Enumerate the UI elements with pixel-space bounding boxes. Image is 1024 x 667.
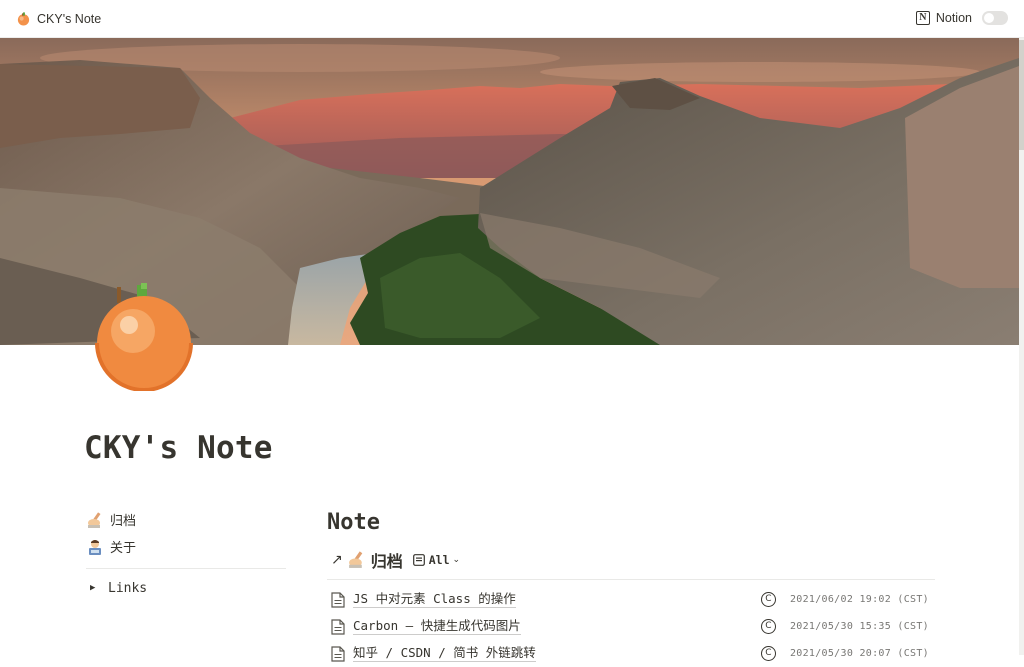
- triangle-right-icon: ▶: [90, 583, 96, 593]
- scrollbar-thumb[interactable]: [1019, 40, 1024, 150]
- row-date: 2021/06/02 19:02 (CST): [789, 594, 929, 605]
- main-content: Note ↗ 归档 All ⌄ JS 中对元素 Class 的操作 C 2021…: [327, 506, 935, 667]
- table-row[interactable]: 知乎 / CSDN / 简书 外链跳转 C 2021/05/30 20:07 (…: [327, 640, 935, 667]
- row-title[interactable]: JS 中对元素 Class 的操作: [353, 591, 516, 608]
- site-title: CKY's Note: [37, 11, 102, 26]
- row-title[interactable]: 知乎 / CSDN / 简书 外链跳转: [353, 645, 536, 662]
- row-date: 2021/05/30 20:07 (CST): [789, 648, 929, 659]
- top-bar: CKY's Note N Notion: [0, 0, 1024, 38]
- copyright-icon: C: [760, 592, 776, 607]
- nav-divider: [86, 568, 286, 569]
- writing-hand-icon: [88, 511, 101, 528]
- page-icon: [331, 591, 345, 608]
- peach-icon: [17, 12, 30, 26]
- notion-link[interactable]: N Notion: [915, 11, 1008, 25]
- row-meta: C 2021/06/02 19:02 (CST): [760, 586, 929, 613]
- nav-item-label: 关于: [110, 540, 137, 555]
- list-view-icon: [412, 553, 425, 566]
- nav-item-about[interactable]: 关于: [86, 533, 286, 560]
- notion-logo-icon: N: [915, 11, 930, 25]
- person-at-computer-icon: [89, 539, 101, 555]
- writing-hand-icon: [348, 551, 363, 568]
- nav-item-label: 归档: [110, 513, 137, 528]
- theme-toggle[interactable]: [982, 11, 1008, 25]
- row-date: 2021/05/30 15:35 (CST): [789, 621, 929, 632]
- view-selector[interactable]: All ⌄: [412, 552, 461, 567]
- page-title: CKY's Note: [84, 430, 273, 466]
- links-toggle[interactable]: ▶ Links: [86, 578, 286, 598]
- links-toggle-label: Links: [108, 580, 148, 596]
- page-icon: [331, 645, 345, 662]
- copyright-icon: C: [760, 619, 776, 634]
- section-heading: Note: [327, 510, 380, 535]
- toggle-knob: [984, 13, 994, 23]
- chevron-down-icon: ⌄: [452, 554, 461, 564]
- peach-page-icon: [95, 283, 193, 391]
- site-link[interactable]: CKY's Note: [16, 11, 101, 26]
- notion-label: Notion: [935, 11, 972, 25]
- table-row[interactable]: Carbon — 快捷生成代码图片 C 2021/05/30 15:35 (CS…: [327, 613, 935, 640]
- nav-item-archive[interactable]: 归档: [86, 506, 286, 533]
- page-icon: [331, 618, 345, 635]
- copyright-icon: C: [760, 646, 776, 661]
- linked-database-name[interactable]: 归档: [371, 548, 403, 572]
- row-title[interactable]: Carbon — 快捷生成代码图片: [353, 618, 521, 635]
- linked-database-header: ↗ 归档 All ⌄: [327, 540, 935, 580]
- row-meta: C 2021/05/30 20:07 (CST): [760, 640, 929, 667]
- table-row[interactable]: JS 中对元素 Class 的操作 C 2021/06/02 19:02 (CS…: [327, 586, 935, 613]
- view-selector-label: All: [428, 552, 450, 567]
- row-meta: C 2021/05/30 15:35 (CST): [760, 613, 929, 640]
- side-nav: 归档 关于 ▶ Links: [86, 506, 286, 598]
- linked-arrow-icon: ↗: [331, 551, 343, 567]
